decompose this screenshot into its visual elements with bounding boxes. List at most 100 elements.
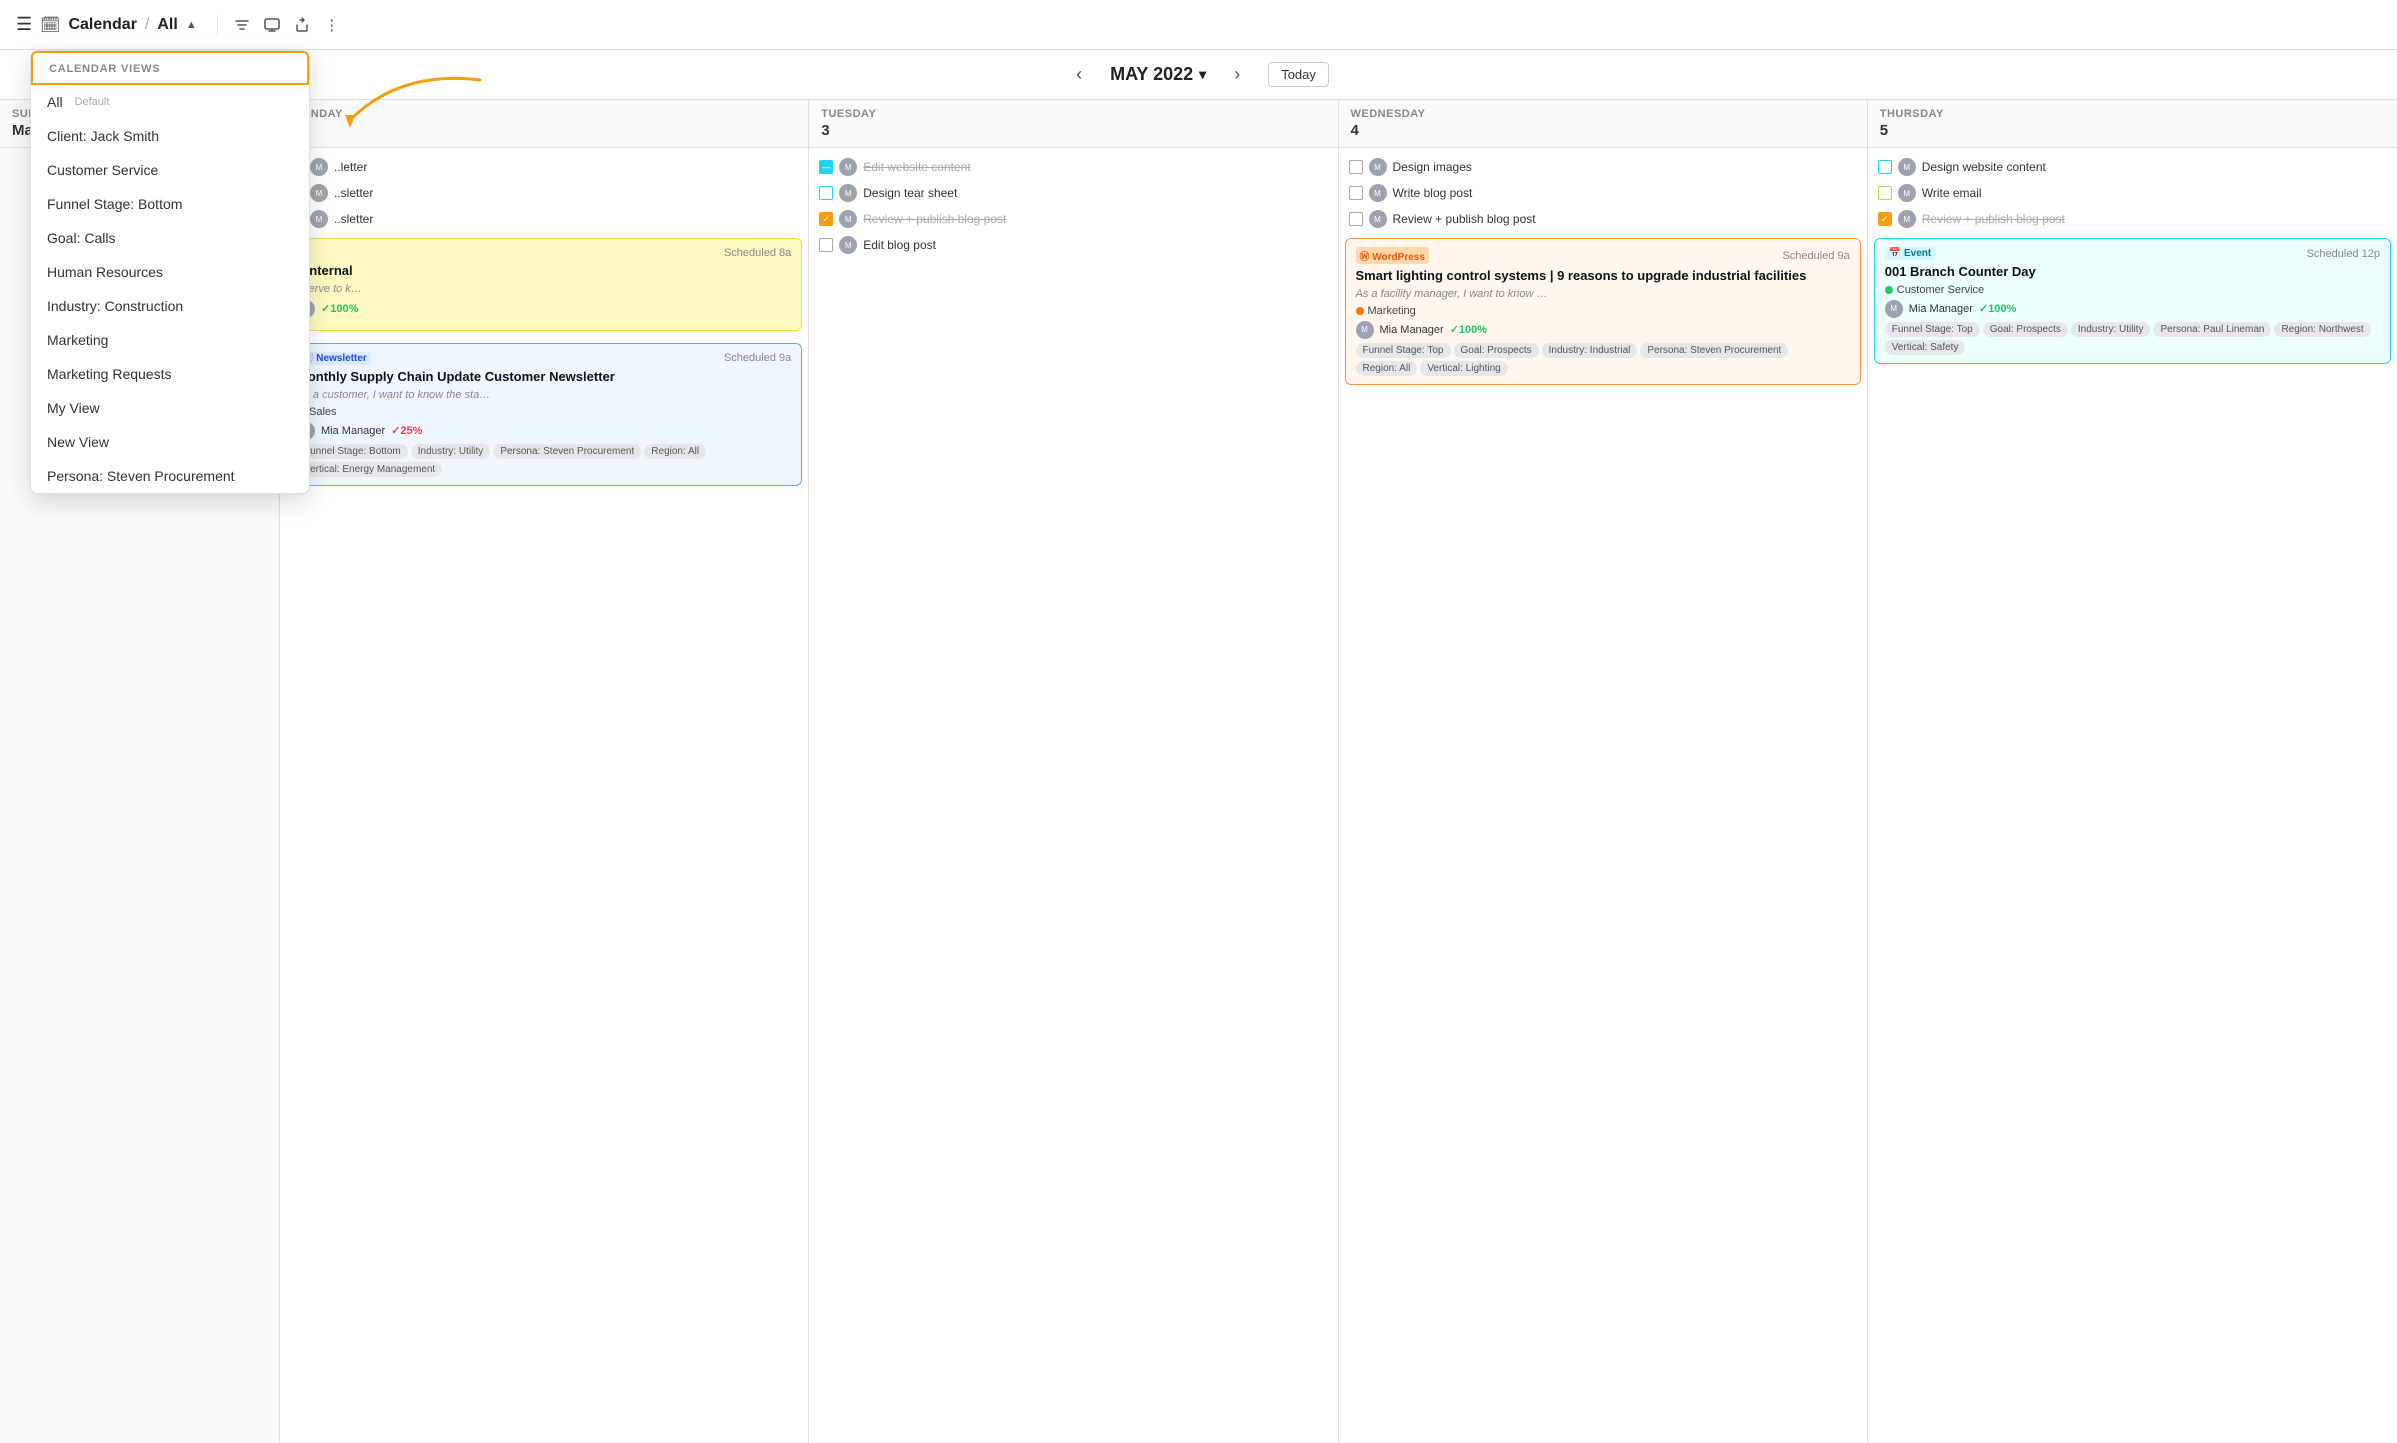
completion-badge: ✓25% — [391, 424, 422, 437]
view-item-my-view[interactable]: My View — [31, 391, 309, 425]
task-row[interactable]: M ..sletter — [286, 182, 802, 204]
tuesday-label: TUESDAY — [821, 108, 1325, 120]
pill: Industry: Utility — [411, 444, 491, 459]
view-label: Marketing — [47, 332, 108, 348]
event-scheduled: Scheduled 9a — [1782, 250, 1849, 262]
view-label: Persona: Steven Procurement — [47, 468, 235, 484]
task-checkbox[interactable] — [819, 160, 833, 174]
task-label: Review + publish blog post — [1393, 212, 1857, 226]
avatar: M — [839, 210, 857, 228]
task-row[interactable]: M ..sletter — [286, 208, 802, 230]
task-checkbox[interactable] — [1878, 186, 1892, 200]
view-item-goal-calls[interactable]: Goal: Calls — [31, 221, 309, 255]
thursday-date: 5 — [1880, 122, 2385, 139]
task-row[interactable]: M Edit blog post — [815, 234, 1331, 256]
avatar: M — [1369, 210, 1387, 228]
more-options-icon[interactable]: ⋮ — [322, 15, 342, 35]
view-item-funnel-bottom[interactable]: Funnel Stage: Bottom — [31, 187, 309, 221]
view-item-human-resources[interactable]: Human Resources — [31, 255, 309, 289]
task-checkbox[interactable] — [1349, 160, 1363, 174]
tag-dot — [1356, 307, 1364, 315]
view-label: Human Resources — [47, 264, 163, 280]
task-label: Design tear sheet — [863, 186, 1327, 200]
current-view-label: All — [157, 16, 177, 34]
wednesday-date: 4 — [1351, 122, 1855, 139]
completion-badge: ✓100% — [1450, 323, 1487, 336]
event-pills: Funnel Stage: Top Goal: Prospects Indust… — [1885, 322, 2380, 355]
tuesday-column: TUESDAY 3 M Edit website content M Desig… — [809, 100, 1338, 1443]
event-desc: eserve to k… — [297, 283, 791, 295]
prev-month-button[interactable]: ‹ — [1068, 60, 1090, 89]
view-item-customer-service[interactable]: Customer Service — [31, 153, 309, 187]
task-row[interactable]: M Write blog post — [1345, 182, 1861, 204]
view-item-persona-steven[interactable]: Persona: Steven Procurement — [31, 459, 309, 493]
calendar-views-dropdown[interactable]: CALENDAR VIEWS All Default Client: Jack … — [30, 50, 310, 494]
task-row[interactable]: M Write email — [1874, 182, 2391, 204]
event-card-yellow[interactable]: Scheduled 8a r Internal eserve to k… M ✓… — [286, 238, 802, 331]
view-item-all[interactable]: All Default — [31, 85, 309, 119]
task-row[interactable]: M Design website content — [1874, 156, 2391, 178]
share-icon[interactable] — [292, 15, 312, 35]
pill: Goal: Prospects — [1454, 343, 1539, 358]
view-label: New View — [47, 434, 109, 450]
pill: Funnel Stage: Bottom — [297, 444, 408, 459]
task-label: Design website content — [1922, 160, 2387, 174]
task-checkbox[interactable] — [1349, 212, 1363, 226]
view-item-marketing[interactable]: Marketing — [31, 323, 309, 357]
tuesday-body: M Edit website content M Design tear she… — [809, 148, 1337, 1443]
view-label: Marketing Requests — [47, 366, 172, 382]
completion-badge: ✓100% — [321, 302, 358, 315]
avatar: M — [1369, 158, 1387, 176]
wednesday-body: M Design images M Write blog post M Revi… — [1339, 148, 1867, 1443]
pill: Vertical: Safety — [1885, 340, 1966, 355]
monitor-icon[interactable] — [262, 15, 282, 35]
event-meta: M ✓100% — [297, 300, 791, 318]
event-card-cyan[interactable]: 📅 Event Scheduled 12p 001 Branch Counter… — [1874, 238, 2391, 364]
task-row[interactable]: M Review + publish blog post — [1345, 208, 1861, 230]
task-row[interactable]: M Design images — [1345, 156, 1861, 178]
view-item-industry-construction[interactable]: Industry: Construction — [31, 289, 309, 323]
task-label: Review + publish blog post — [863, 212, 1327, 226]
task-checkbox[interactable] — [1349, 186, 1363, 200]
task-checkbox[interactable] — [819, 238, 833, 252]
event-header: 📅 Event Scheduled 12p — [1885, 247, 2380, 260]
event-header: Ⓦ WordPress Scheduled 9a — [1356, 247, 1850, 264]
dropdown-header: CALENDAR VIEWS — [31, 51, 309, 85]
view-item-client-jack[interactable]: Client: Jack Smith — [31, 119, 309, 153]
task-row[interactable]: M Review + publish blog post — [1874, 208, 2391, 230]
task-checkbox[interactable] — [819, 186, 833, 200]
task-row[interactable]: M Review + publish blog post — [815, 208, 1331, 230]
event-header: Scheduled 8a — [297, 247, 791, 259]
task-checkbox[interactable] — [1878, 160, 1892, 174]
wordpress-card[interactable]: Ⓦ WordPress Scheduled 9a Smart lighting … — [1345, 238, 1861, 385]
event-type-badge: 📅 Event — [1885, 247, 1935, 260]
view-item-marketing-requests[interactable]: Marketing Requests — [31, 357, 309, 391]
task-checkbox[interactable] — [1878, 212, 1892, 226]
task-checkbox[interactable] — [819, 212, 833, 226]
app-title: Calendar — [68, 16, 136, 34]
event-tag: Marketing — [1356, 305, 1850, 317]
event-pills: Funnel Stage: Bottom Industry: Utility P… — [297, 444, 791, 477]
avatar: M — [839, 184, 857, 202]
thursday-header: THURSDAY 5 — [1868, 100, 2397, 148]
filter-icon[interactable] — [232, 15, 252, 35]
calendar-grid: SUNDAY May 1 MONDAY 2 M ..letter M ..sle… — [0, 100, 2397, 1443]
event-meta: M Mia Manager ✓25% — [297, 422, 791, 440]
task-row[interactable]: M ..letter — [286, 156, 802, 178]
task-row[interactable]: M Design tear sheet — [815, 182, 1331, 204]
monday-body: M ..letter M ..sletter M ..sletter Sched… — [280, 148, 808, 1443]
current-month-display[interactable]: MAY 2022 ▾ — [1110, 64, 1206, 85]
view-chevron-icon[interactable]: ▲ — [186, 19, 197, 31]
task-label: Write email — [1922, 186, 2387, 200]
avatar: M — [310, 210, 328, 228]
task-row[interactable]: M Edit website content — [815, 156, 1331, 178]
view-item-new-view[interactable]: New View — [31, 425, 309, 459]
thursday-label: THURSDAY — [1880, 108, 2385, 120]
newsletter-card[interactable]: 📰 Newsletter Scheduled 9a Monthly Supply… — [286, 343, 802, 486]
hamburger-icon[interactable]: ☰ — [16, 14, 32, 35]
next-month-button[interactable]: › — [1226, 60, 1248, 89]
event-type: Ⓦ WordPress — [1356, 247, 1429, 264]
event-tag: Sales — [297, 406, 791, 418]
today-button[interactable]: Today — [1268, 62, 1329, 87]
monday-label: MONDAY — [292, 108, 796, 120]
